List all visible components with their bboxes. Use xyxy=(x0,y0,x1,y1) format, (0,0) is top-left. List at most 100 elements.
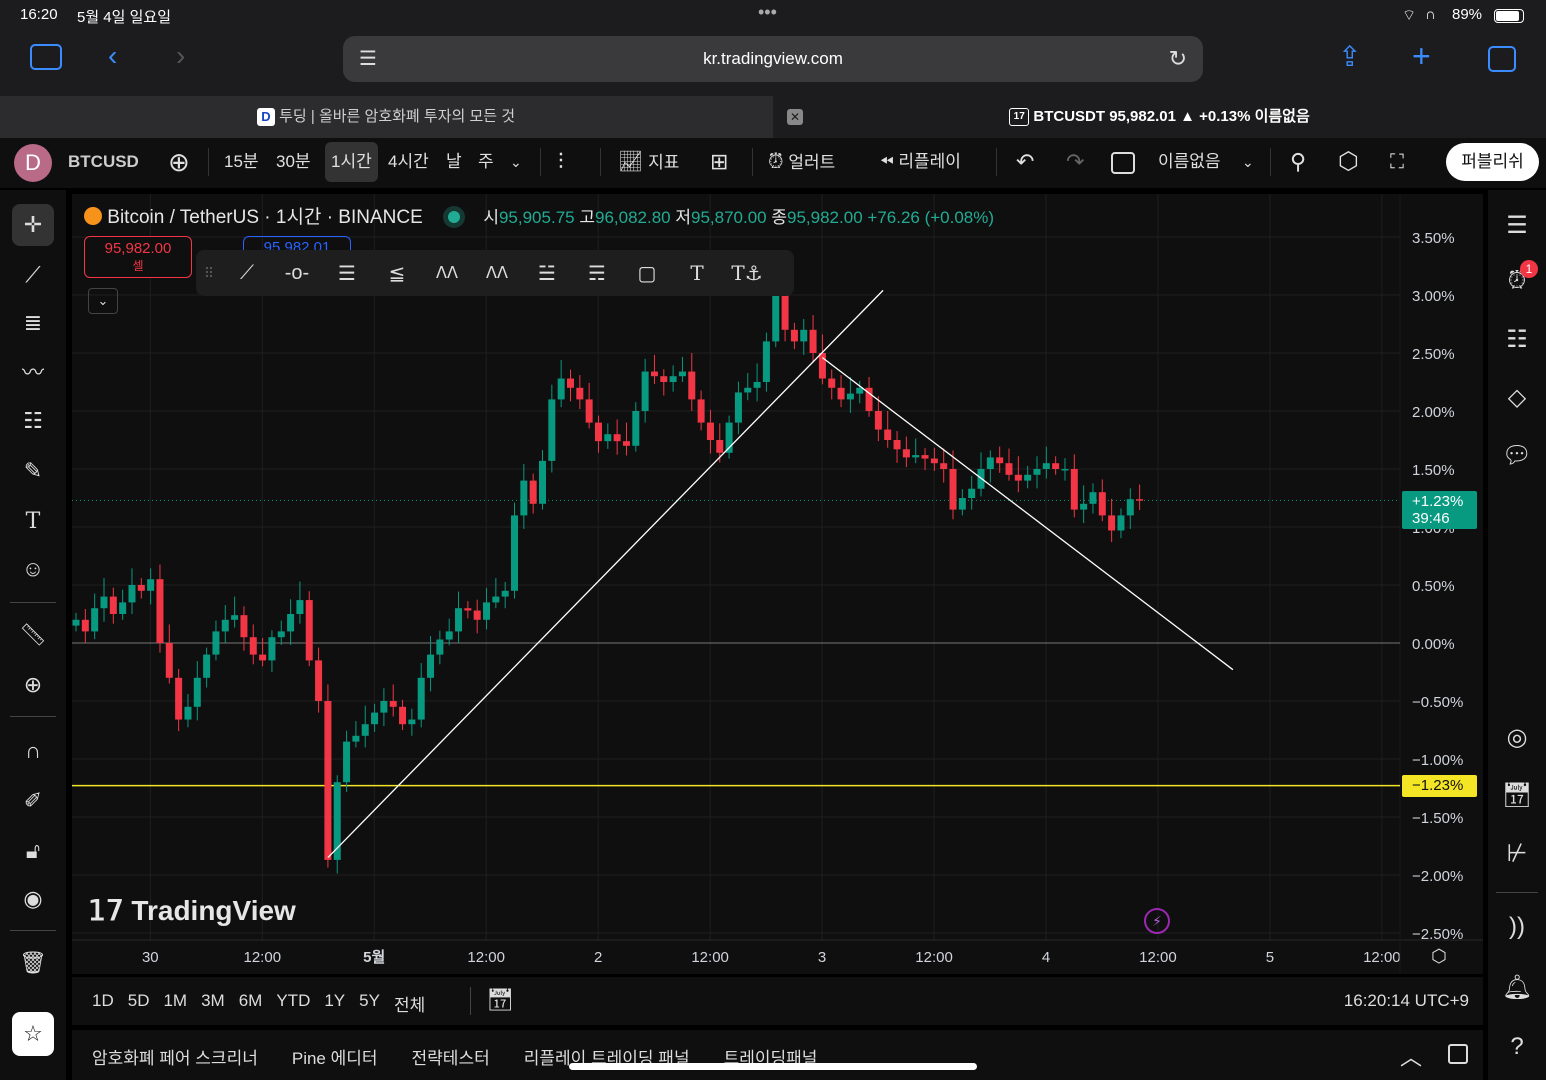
parallel-channel-icon[interactable]: ☰ xyxy=(322,261,372,286)
rectangle-tool-icon[interactable]: ▢ xyxy=(622,261,672,286)
symbol-title[interactable]: Bitcoin / TetherUS · 1시간 · BINANCE xyxy=(107,207,422,228)
sidebar-toggle-icon[interactable] xyxy=(30,44,62,70)
drag-handle-icon[interactable]: ⠿ xyxy=(196,265,222,282)
lock-drawings-pencil-icon[interactable]: ✐ xyxy=(12,780,54,822)
range-1y[interactable]: 1Y xyxy=(324,991,345,1016)
share-icon[interactable]: ⇪ xyxy=(1338,40,1361,73)
publish-button[interactable]: 퍼블리쉬 xyxy=(1446,143,1539,181)
undo-icon[interactable]: ↶ xyxy=(1010,142,1040,182)
crosshair-icon[interactable]: ✛ xyxy=(12,204,54,246)
interval-dropdown-icon[interactable]: ⌄ xyxy=(504,142,528,182)
multitask-dots-icon[interactable]: ••• xyxy=(758,2,777,23)
trend-line-tool-icon[interactable]: ⟋ xyxy=(222,262,272,285)
bottom-tab[interactable]: Pine 에디터 xyxy=(292,1044,378,1069)
clock-timezone[interactable]: 16:20:14 UTC+9 xyxy=(1344,991,1469,1011)
redo-icon[interactable]: ↷ xyxy=(1060,142,1090,182)
layouts-grid-icon[interactable]: ⊞ xyxy=(704,142,734,182)
help-icon[interactable]: ? xyxy=(1496,1026,1538,1068)
bottom-tab[interactable]: 암호화폐 페어 스크리너 xyxy=(92,1044,258,1069)
chat-icon[interactable]: 💬︎ xyxy=(1496,434,1538,476)
stream-icon[interactable]: )) xyxy=(1496,906,1538,948)
url-bar[interactable]: ☰ kr.tradingview.com ↻ xyxy=(343,36,1203,82)
pine-editor-icon[interactable]: ⊬ xyxy=(1496,832,1538,874)
chart-pane[interactable]: 3.50%3.00%2.50%2.00%1.50%1.00%0.50%0.00%… xyxy=(72,194,1483,974)
xabcd-pattern-icon[interactable]: ᐱᐱ xyxy=(422,263,472,283)
favorites-star-icon[interactable]: ☆ xyxy=(12,1012,54,1056)
layout-name[interactable]: 이름없음 xyxy=(1152,142,1227,182)
sell-button[interactable]: 95,982.00 셀 xyxy=(84,236,192,278)
zoom-in-icon[interactable]: ⊕ xyxy=(12,664,54,706)
interval-4h[interactable]: 4시간 xyxy=(382,142,435,182)
fullscreen-icon[interactable]: ⛶ xyxy=(1384,142,1410,182)
layout-square-icon[interactable] xyxy=(1111,152,1135,174)
quick-search-icon[interactable]: ⚲ xyxy=(1284,142,1312,182)
close-tab-icon[interactable]: ✕ xyxy=(787,109,803,125)
tab-tradingview[interactable]: ✕ 17 BTCUSDT 95,982.01 ▲ +0.13% 이름없음 xyxy=(773,96,1546,138)
emoji-icon[interactable]: ☺ xyxy=(12,548,54,590)
forward-icon[interactable]: › xyxy=(176,40,185,72)
reload-icon[interactable]: ↻ xyxy=(1169,36,1187,82)
price-chart[interactable]: 3.50%3.00%2.50%2.00%1.50%1.00%0.50%0.00%… xyxy=(72,194,1483,974)
brush-icon[interactable]: ✎ xyxy=(12,450,54,492)
range-6m[interactable]: 6M xyxy=(239,991,263,1016)
alerts-clock-icon[interactable]: ⏰︎ 1 xyxy=(1496,260,1538,302)
hide-drawings-eye-icon[interactable]: ◉ xyxy=(12,878,54,920)
symbol-search[interactable]: BTCUSD xyxy=(62,142,145,182)
tab-tuding[interactable]: D 투딩 | 올바른 암호화폐 투자의 모든 것 xyxy=(0,96,772,138)
range-ytd[interactable]: YTD xyxy=(276,991,310,1016)
compare-add-icon[interactable]: ⊕ xyxy=(162,142,196,182)
layout-dropdown-icon[interactable]: ⌄ xyxy=(1236,142,1260,182)
range-5y[interactable]: 5Y xyxy=(359,991,380,1016)
lightning-event-icon[interactable]: ⚡︎ xyxy=(1144,908,1170,934)
watchlist-icon[interactable]: ☰ xyxy=(1496,204,1538,246)
trendline-icon[interactable]: ⟋ xyxy=(12,254,54,296)
expand-panel-chevron-icon[interactable]: ︿ xyxy=(1400,1040,1422,1072)
indicators-button[interactable]: 📈︎ 지표 xyxy=(612,142,685,182)
interval-week[interactable]: 주 xyxy=(472,142,500,182)
range-1d[interactable]: 1D xyxy=(92,991,114,1016)
trash-icon[interactable]: 🗑︎ xyxy=(12,942,54,984)
layers-icon[interactable]: ◇ xyxy=(1496,376,1538,418)
ruler-icon[interactable]: 📏︎ xyxy=(12,614,54,656)
replay-button[interactable]: ⏪︎ 리플레이 xyxy=(874,142,967,182)
page-menu-icon[interactable]: ☰ xyxy=(359,36,377,82)
avatar[interactable]: D xyxy=(14,144,52,182)
settings-hexagon-icon[interactable]: ⬡ xyxy=(1332,142,1365,182)
new-tab-icon[interactable]: + xyxy=(1412,38,1431,75)
interval-30m[interactable]: 30분 xyxy=(270,142,317,182)
magnet-icon[interactable]: ∩ xyxy=(12,730,54,772)
go-to-date-icon[interactable]: 📅︎ xyxy=(486,987,514,1013)
abcd-pattern-icon[interactable]: ᐱᐱ xyxy=(472,263,522,283)
interval-15m[interactable]: 15분 xyxy=(218,142,265,182)
text-tool-icon[interactable]: T xyxy=(12,500,54,542)
text-tool-icon[interactable]: T xyxy=(672,261,722,285)
tabs-overview-icon[interactable] xyxy=(1488,46,1516,72)
pattern-tool-icon[interactable]: 〰 xyxy=(12,350,54,392)
interval-1h[interactable]: 1시간 xyxy=(325,142,378,182)
range-5d[interactable]: 5D xyxy=(128,991,150,1016)
candles-chart-type-icon[interactable]: ⫶ xyxy=(552,142,570,182)
hotlist-target-icon[interactable]: ◎ xyxy=(1496,716,1538,758)
notifications-bell-icon[interactable]: 🔔︎ xyxy=(1496,966,1538,1008)
buy-button[interactable]: 95,982.01 xyxy=(243,236,351,250)
anchored-text-icon[interactable]: T⚓︎ xyxy=(722,261,772,285)
unlock-icon[interactable]: 🔓︎ xyxy=(12,830,54,872)
range-3m[interactable]: 3M xyxy=(201,991,225,1016)
collapse-legend-chevron-icon[interactable]: ⌄ xyxy=(88,288,118,314)
interval-day[interactable]: 날 xyxy=(440,142,468,182)
back-icon[interactable]: ‹ xyxy=(108,40,117,72)
axis-settings-icon[interactable]: ⬡ xyxy=(1431,946,1447,967)
range-1m[interactable]: 1M xyxy=(163,991,187,1016)
forecast-tool-icon[interactable]: ☷ xyxy=(12,400,54,442)
maximize-panel-icon[interactable] xyxy=(1448,1044,1468,1064)
object-tree-icon[interactable]: ☷ xyxy=(1496,318,1538,360)
calendar-icon[interactable]: 📅︎ xyxy=(1496,774,1538,816)
short-position-icon[interactable]: ☴ xyxy=(572,261,622,286)
long-position-icon[interactable]: ☱ xyxy=(522,261,572,286)
bottom-tab[interactable]: 전략테스터 xyxy=(412,1044,490,1069)
fib-tool-icon[interactable]: ≣ xyxy=(12,302,54,344)
horizontal-ray-icon[interactable]: -o- xyxy=(272,262,322,285)
fib-retracement-icon[interactable]: ≦ xyxy=(372,261,422,286)
range-전체[interactable]: 전체 xyxy=(394,991,425,1016)
alert-button[interactable]: ⏰︎ 얼러트 xyxy=(762,142,841,182)
